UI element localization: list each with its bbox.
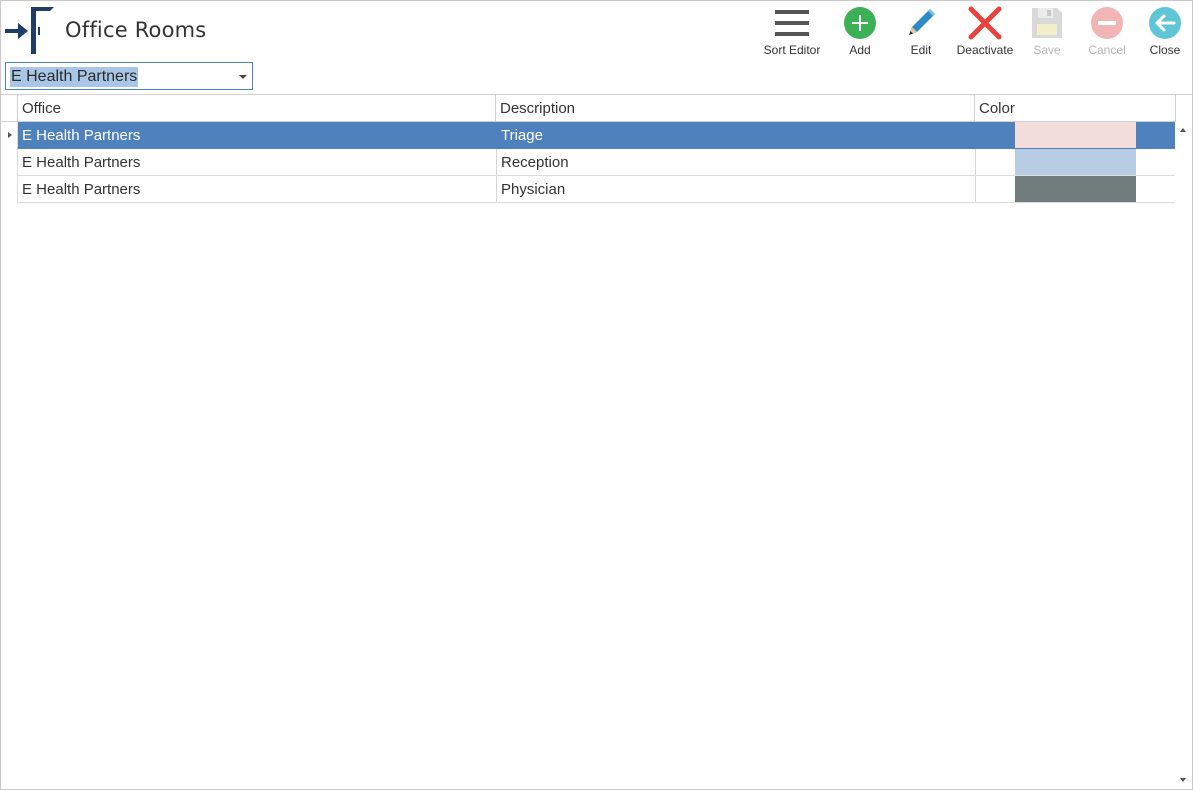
floppy-disk-icon	[1032, 8, 1062, 38]
scroll-down-arrow-icon[interactable]	[1180, 778, 1186, 782]
office-select-value: E Health Partners	[10, 67, 139, 87]
cell-description: Reception	[496, 149, 975, 175]
chevron-down-icon[interactable]	[239, 75, 247, 79]
red-x-icon	[968, 6, 1002, 40]
close-button[interactable]: Close	[1143, 3, 1187, 61]
current-row-indicator-icon	[8, 132, 12, 138]
cell-office: E Health Partners	[22, 181, 141, 198]
scroll-up-arrow-icon[interactable]	[1180, 128, 1186, 132]
color-swatch	[1015, 149, 1136, 175]
table-row[interactable]: E Health Partners Physician	[17, 176, 1175, 203]
color-swatch	[1015, 122, 1136, 148]
table-row[interactable]: E Health Partners Triage	[17, 122, 1175, 149]
cell-office: E Health Partners	[22, 127, 141, 144]
hamburger-menu-icon	[775, 10, 809, 36]
cancel-button[interactable]: Cancel	[1085, 3, 1129, 61]
column-header-office[interactable]: Office	[17, 95, 495, 121]
back-arrow-circle-icon	[1149, 7, 1181, 39]
color-swatch	[1015, 176, 1136, 202]
cell-description: Triage	[496, 122, 975, 148]
add-button[interactable]: Add	[838, 3, 882, 61]
office-rooms-grid: Office Description Color E Health Partne…	[1, 94, 1192, 790]
cell-description: Physician	[496, 176, 975, 202]
cell-office: E Health Partners	[22, 154, 141, 171]
column-header-description[interactable]: Description	[495, 95, 974, 121]
table-row[interactable]: E Health Partners Reception	[17, 149, 1175, 176]
edit-button[interactable]: Edit	[899, 3, 943, 61]
grid-header: Office Description Color	[1, 95, 1176, 122]
edit-label: Edit	[910, 43, 932, 57]
pencil-icon	[909, 9, 935, 35]
vertical-scrollbar[interactable]	[1176, 122, 1192, 790]
save-button[interactable]: Save	[1025, 3, 1069, 61]
deactivate-label: Deactivate	[956, 43, 1014, 57]
deactivate-button[interactable]: Deactivate	[954, 3, 1016, 61]
toolbar: Sort Editor Add Edit Deactivate Save Can…	[0, 3, 1193, 63]
add-label: Add	[849, 43, 871, 57]
minus-circle-icon	[1091, 7, 1123, 39]
office-select[interactable]: E Health Partners	[5, 62, 253, 90]
close-label: Close	[1149, 43, 1181, 57]
sort-editor-button[interactable]: Sort Editor	[762, 3, 822, 61]
sort-editor-label: Sort Editor	[763, 43, 821, 57]
save-label: Save	[1033, 43, 1061, 57]
plus-circle-icon	[844, 7, 876, 39]
column-header-color[interactable]: Color	[974, 95, 1176, 121]
cancel-label: Cancel	[1088, 43, 1126, 57]
